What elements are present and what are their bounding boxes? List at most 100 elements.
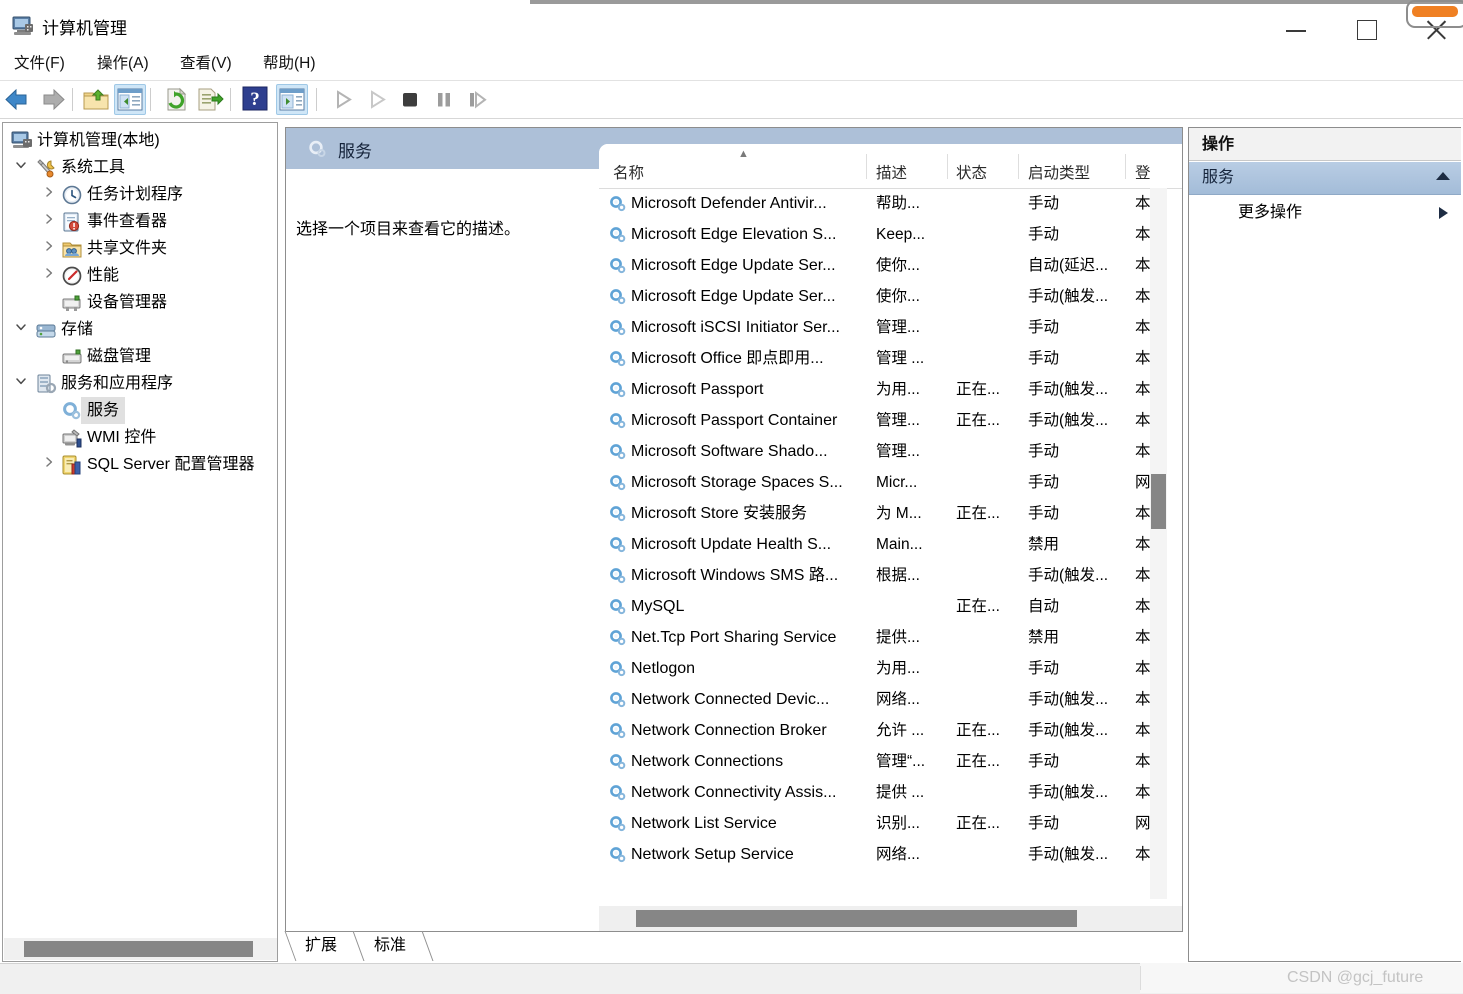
chevron-up-icon[interactable] <box>1436 172 1450 180</box>
tree-item-4[interactable]: 共享文件夹 <box>3 235 277 262</box>
table-row[interactable]: Microsoft iSCSI Initiator Ser... 管理... 手动 本 <box>599 312 1182 343</box>
table-row[interactable]: Microsoft Passport Container 管理... 正在... 手动… <box>599 405 1182 436</box>
tab-standard[interactable]: 标准 <box>374 931 406 961</box>
start-service-icon <box>337 90 352 109</box>
cell-logon: 本 <box>1135 629 1151 646</box>
column-header-logon-as[interactable]: 登 <box>1135 161 1151 183</box>
tree-item-10[interactable]: 服务 <box>3 397 277 424</box>
tree-item-1[interactable]: 系统工具 <box>3 154 277 181</box>
table-row[interactable]: Network List Service 识别... 正在... 手动 网 <box>599 808 1182 839</box>
maximize-button[interactable] <box>1332 8 1400 50</box>
tab-extended[interactable]: 扩展 <box>305 931 337 961</box>
table-row[interactable]: Microsoft Office 即点即用... 管理 ... 手动 本 <box>599 343 1182 374</box>
table-row[interactable]: Microsoft Windows SMS 路... 根据... 手动(触发... 本 <box>599 560 1182 591</box>
column-divider-1[interactable] <box>866 154 867 179</box>
services-vertical-scrollbar[interactable] <box>1150 188 1167 899</box>
tree-hscroll-thumb[interactable] <box>24 941 253 957</box>
tree-item-label: 计算机管理(本地) <box>37 132 160 149</box>
pause-service-button[interactable] <box>428 84 460 115</box>
service-gear-icon <box>608 535 627 554</box>
cell-logon: 本 <box>1135 567 1151 584</box>
tree-item-2[interactable]: 任务计划程序 <box>3 181 277 208</box>
toolbar-separator-1 <box>72 88 73 111</box>
service-gear-icon <box>608 380 627 399</box>
menu-file[interactable]: 文件(F) <box>8 52 71 76</box>
table-row[interactable]: Network Connectivity Assis... 提供 ... 手动(触发… <box>599 777 1182 808</box>
table-row[interactable]: MySQL 正在... 自动 本 <box>599 591 1182 622</box>
forward-arrow-icon <box>43 88 65 111</box>
table-row[interactable]: Net.Tcp Port Sharing Service 提供... 禁用 本 <box>599 622 1182 653</box>
menu-bar: 文件(F) 操作(A) 查看(V) 帮助(H) <box>0 48 1463 81</box>
cell-logon: 本 <box>1135 319 1151 336</box>
chevron-down-icon[interactable] <box>13 370 29 397</box>
cell-name: Microsoft Windows SMS 路... <box>631 567 839 584</box>
table-row[interactable]: Microsoft Passport 为用... 正在... 手动(触发... 本 <box>599 374 1182 405</box>
column-header-description[interactable]: 描述 <box>876 161 907 183</box>
table-row[interactable]: Microsoft Edge Update Ser... 使你... 手动(触发..… <box>599 281 1182 312</box>
action-more-actions-label: 更多操作 <box>1238 204 1303 221</box>
column-header-name[interactable]: 名称 <box>613 161 644 183</box>
table-row[interactable]: Microsoft Defender Antivir... 帮助... 手动 本 <box>599 188 1182 219</box>
table-row[interactable]: Network Connection Broker 允许 ... 正在... 手动(触… <box>599 715 1182 746</box>
table-row[interactable]: Microsoft Edge Update Ser... 使你... 自动(延迟..… <box>599 250 1182 281</box>
table-row[interactable]: Microsoft Update Health S... Main... 禁用 本 <box>599 529 1182 560</box>
table-row[interactable]: Microsoft Software Shado... 管理... 手动 本 <box>599 436 1182 467</box>
chevron-right-icon[interactable] <box>41 235 57 262</box>
tree-item-3[interactable]: 事件查看器 <box>3 208 277 235</box>
stop-service-button[interactable] <box>394 84 426 115</box>
chevron-right-icon[interactable] <box>41 262 57 289</box>
cell-logon: 本 <box>1135 753 1151 770</box>
column-divider-3[interactable] <box>1018 154 1019 179</box>
chevron-right-icon[interactable] <box>41 451 57 478</box>
restart-service-button[interactable] <box>462 84 494 115</box>
start-service-button[interactable] <box>327 84 359 115</box>
cell-desc: Keep... <box>876 226 926 243</box>
refresh-button[interactable] <box>160 84 192 115</box>
column-divider-2[interactable] <box>947 154 948 179</box>
chevron-right-icon[interactable] <box>41 181 57 208</box>
menu-action[interactable]: 操作(A) <box>91 52 155 76</box>
tree-item-7[interactable]: 存储 <box>3 316 277 343</box>
table-row[interactable]: Microsoft Storage Spaces S... Micr... 手动 网 <box>599 467 1182 498</box>
refresh-icon <box>167 87 187 111</box>
play-all-button[interactable] <box>361 84 393 115</box>
services-vscroll-thumb[interactable] <box>1151 474 1166 529</box>
services-hscroll-thumb[interactable] <box>636 910 1077 927</box>
show-hide-console-tree-button[interactable] <box>114 84 146 115</box>
column-divider-4[interactable] <box>1125 154 1126 179</box>
minimize-button[interactable] <box>1262 8 1330 50</box>
up-one-level-button[interactable] <box>80 84 112 115</box>
chevron-down-icon[interactable] <box>13 154 29 181</box>
back-button[interactable] <box>2 84 34 115</box>
forward-button[interactable] <box>36 84 68 115</box>
tree-item-11[interactable]: WMI 控件 <box>3 424 277 451</box>
tree-item-6[interactable]: 设备管理器 <box>3 289 277 316</box>
tree-horizontal-scrollbar[interactable] <box>4 938 277 960</box>
tree-item-0[interactable]: 计算机管理(本地) <box>3 127 277 154</box>
show-hide-action-pane-button[interactable] <box>276 84 308 115</box>
services-horizontal-scrollbar[interactable] <box>599 906 1182 931</box>
tree-item-8[interactable]: 磁盘管理 <box>3 343 277 370</box>
column-header-startup-type[interactable]: 启动类型 <box>1028 161 1090 183</box>
column-header-status[interactable]: 状态 <box>956 161 987 183</box>
export-list-button[interactable] <box>194 84 226 115</box>
service-gear-icon <box>608 349 627 368</box>
table-row[interactable]: Network Connections 管理“... 正在... 手动 本 <box>599 746 1182 777</box>
service-gear-icon <box>608 504 627 523</box>
chevron-down-icon[interactable] <box>13 316 29 343</box>
table-row[interactable]: Microsoft Store 安装服务 为 M... 正在... 手动 本 <box>599 498 1182 529</box>
table-row[interactable]: Microsoft Edge Elevation S... Keep... 手动 本 <box>599 219 1182 250</box>
table-row[interactable]: Network Setup Service 网络... 手动(触发... 本 <box>599 839 1182 870</box>
table-row[interactable]: Netlogon 为用... 手动 本 <box>599 653 1182 684</box>
menu-help[interactable]: 帮助(H) <box>257 52 322 76</box>
table-row[interactable]: Network Connected Devic... 网络... 手动(触发... 本 <box>599 684 1182 715</box>
chevron-right-icon[interactable] <box>41 208 57 235</box>
menu-view[interactable]: 查看(V) <box>174 52 238 76</box>
tree-item-12[interactable]: SQL Server 配置管理器 <box>3 451 277 478</box>
help-button[interactable]: ? <box>240 84 272 115</box>
service-gear-icon <box>608 256 627 275</box>
tree-item-9[interactable]: 服务和应用程序 <box>3 370 277 397</box>
tree-item-5[interactable]: 性能 <box>3 262 277 289</box>
action-more-actions[interactable]: 更多操作 <box>1189 198 1461 228</box>
actions-group-services[interactable]: 服务 <box>1189 162 1461 195</box>
